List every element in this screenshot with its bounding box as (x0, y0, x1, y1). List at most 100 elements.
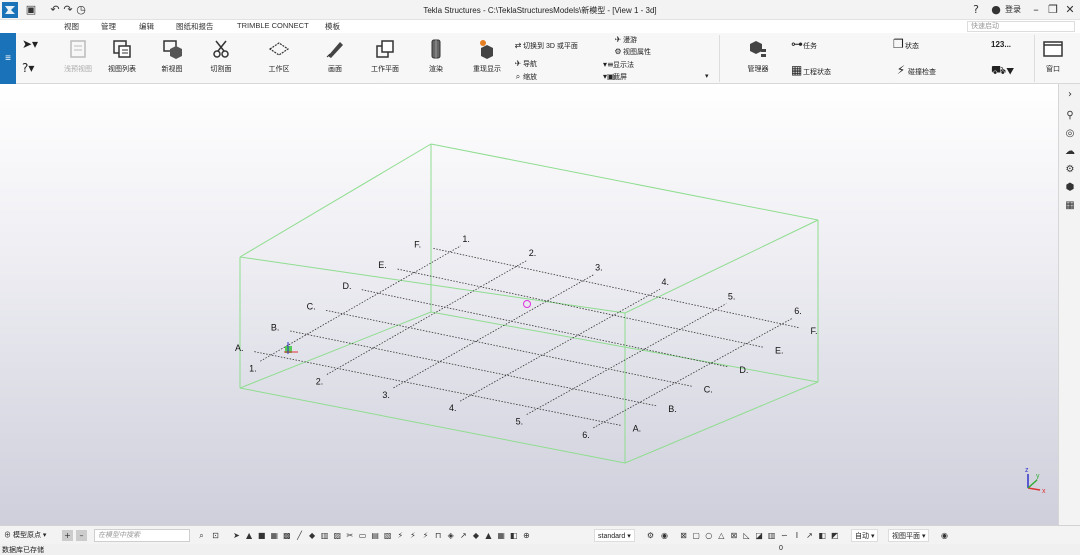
select-switch-14-icon[interactable]: ⚡ (407, 530, 418, 541)
snap-icon[interactable]: ?▾ (22, 61, 44, 77)
ribbon-expand-icon[interactable]: ▾ (705, 71, 709, 82)
menu-icon[interactable]: ≡ (0, 33, 16, 84)
tab-trimble-connect[interactable]: TRIMBLE CONNECT (237, 21, 309, 30)
snap-switch-8-icon[interactable]: ∽ (779, 530, 790, 541)
user-icon[interactable]: ● (989, 3, 1003, 17)
snap-switch-2-icon[interactable]: ○ (703, 530, 714, 541)
login-link[interactable]: 登录 (1005, 4, 1021, 15)
search-options-icon[interactable]: ⊡ (210, 530, 221, 541)
view-props-button[interactable]: ⚙视图属性 (613, 46, 651, 57)
cut-plane-button[interactable]: 切割面 (193, 38, 249, 82)
properties-icon[interactable]: ⚲ (1063, 109, 1077, 123)
collapse-chevron-icon[interactable]: › (1063, 88, 1077, 102)
tab-drawings-reports[interactable]: 图纸和报告 (176, 21, 214, 32)
tab-templates[interactable]: 模板 (325, 21, 340, 32)
view-list-button[interactable]: 视图列表 (94, 38, 150, 82)
select-arrow-icon[interactable]: ➤▾ (22, 37, 44, 53)
window-button[interactable]: 窗口 (1026, 38, 1080, 82)
select-switch-13-icon[interactable]: ⚡ (395, 530, 406, 541)
select-switch-23-icon[interactable]: ⊕ (521, 530, 532, 541)
select-switch-4-icon[interactable]: ▩ (281, 530, 292, 541)
manager-button[interactable]: 管理器 (730, 38, 786, 82)
model-view-3d[interactable]: A. A. 1. 1. B. B. 2. 2. C. C. 3. 3. D. D. 4. 4. E. E. 5. 5.… (0, 84, 1058, 525)
snap-switch-3-icon[interactable]: △ (716, 530, 727, 541)
visibility-icon[interactable]: ◉ (659, 530, 670, 541)
select-switch-22-icon[interactable]: ◧ (508, 530, 519, 541)
display-button[interactable]: ▾≡显示法 (603, 59, 634, 70)
clash-check-button[interactable]: ⚡ 碰撞检查 (896, 64, 936, 76)
work-area-button[interactable]: 工作区 (251, 38, 307, 82)
model-search-input[interactable]: 在模型中搜索 (94, 529, 190, 542)
snap-switch-9-icon[interactable]: Ⅰ (791, 530, 802, 541)
grid-line-6 (593, 317, 793, 429)
project-status-icon: ▦ (791, 63, 803, 77)
add-icon[interactable]: + (62, 530, 73, 541)
window-icon (1043, 41, 1063, 57)
quick-launch-input[interactable]: 快速启动 (967, 21, 1075, 32)
filter-select[interactable]: standard ▾ (594, 529, 635, 542)
filter-settings-icon[interactable]: ⚙ (645, 530, 656, 541)
select-switch-7-icon[interactable]: ▥ (319, 530, 330, 541)
status-counter: 0 (779, 545, 783, 552)
switch-3d-button[interactable]: ⇄ 切换到 3D 或平面 (513, 40, 578, 51)
snap-switch-7-icon[interactable]: ▥ (766, 530, 777, 541)
select-switch-11-icon[interactable]: ▤ (370, 530, 381, 541)
restore-icon[interactable]: ❐ (1046, 3, 1060, 17)
settings-gear-icon[interactable]: ⚙ (1063, 163, 1077, 177)
select-switch-15-icon[interactable]: ⚡ (420, 530, 431, 541)
origin-selector[interactable]: ⊕ 模型原点 ▾ (4, 530, 46, 540)
draw-button[interactable]: 画面 (307, 38, 363, 82)
snap-switch-1-icon[interactable]: ▢ (691, 530, 702, 541)
cube-icon[interactable]: ⬢ (1063, 181, 1077, 195)
select-switch-12-icon[interactable]: ▧ (382, 530, 393, 541)
select-switch-6-icon[interactable]: ◆ (307, 530, 318, 541)
snap-switch-4-icon[interactable]: ⊠ (728, 530, 739, 541)
redraw-button[interactable]: 重现显示 (459, 38, 515, 82)
snap-switch-6-icon[interactable]: ◪ (754, 530, 765, 541)
view-plane-select[interactable]: 视图平面 ▾ (888, 529, 930, 542)
tab-manage[interactable]: 管理 (101, 21, 116, 32)
minimize-icon[interactable]: – (1029, 3, 1043, 17)
select-switch-5-icon[interactable]: ╱ (294, 530, 305, 541)
select-switch-2-icon[interactable]: ■ (256, 530, 267, 541)
work-plane-button[interactable]: 工作平面 (357, 38, 413, 82)
fly-button[interactable]: ✈ 漫游 (613, 34, 637, 45)
snap-switch-5-icon[interactable]: ◺ (741, 530, 752, 541)
snap-switch-12-icon[interactable]: ◩ (829, 530, 840, 541)
project-status-button[interactable]: ▦ 工程状态 (791, 63, 831, 77)
snap-switch-11-icon[interactable]: ◧ (817, 530, 828, 541)
select-switch-8-icon[interactable]: ▨ (332, 530, 343, 541)
render-button[interactable]: 渲染 (408, 38, 464, 82)
close-icon[interactable]: ✕ (1063, 3, 1077, 17)
select-switch-18-icon[interactable]: ↗ (458, 530, 469, 541)
select-switch-19-icon[interactable]: ◆ (470, 530, 481, 541)
apps-icon[interactable]: ▦ (1063, 199, 1077, 213)
select-switch-20-icon[interactable]: ▲ (483, 530, 494, 541)
numbering-button[interactable]: 123... (991, 39, 1011, 50)
help-icon[interactable]: ? (969, 3, 983, 17)
truck-icon[interactable]: ⛟▾ (991, 64, 1014, 76)
task-button[interactable]: ⊶ 任务 (791, 38, 817, 50)
snap-switch-0-icon[interactable]: ⊠ (678, 530, 689, 541)
state-button[interactable]: ❐ 状态 (893, 38, 919, 50)
select-switch-17-icon[interactable]: ◈ (445, 530, 456, 541)
select-switch-3-icon[interactable]: ▦ (269, 530, 280, 541)
zoom-button[interactable]: ⌕ 缩放 (513, 71, 537, 82)
select-switch-0-icon[interactable]: ➤ (231, 530, 242, 541)
navigate-button[interactable]: ✈ 导航 (513, 58, 537, 69)
select-switch-9-icon[interactable]: ✂ (344, 530, 355, 541)
auto-select[interactable]: 自动 ▾ (851, 529, 879, 542)
select-switch-10-icon[interactable]: ▭ (357, 530, 368, 541)
select-switch-16-icon[interactable]: ⊓ (433, 530, 444, 541)
globe-icon[interactable]: ◎ (1063, 127, 1077, 141)
screenshot-button[interactable]: ▾▣截屏 (603, 71, 627, 82)
search-icon[interactable]: ⌕ (196, 530, 207, 541)
remove-icon[interactable]: – (76, 530, 87, 541)
select-switch-21-icon[interactable]: ▦ (496, 530, 507, 541)
tab-edit[interactable]: 编辑 (139, 21, 154, 32)
new-view-button[interactable]: 新视图 (144, 38, 200, 82)
snap-switch-10-icon[interactable]: ↗ (804, 530, 815, 541)
select-switch-1-icon[interactable]: ▲ (244, 530, 255, 541)
cloud-icon[interactable]: ☁ (1063, 145, 1077, 159)
eye-icon[interactable]: ◉ (939, 530, 950, 541)
